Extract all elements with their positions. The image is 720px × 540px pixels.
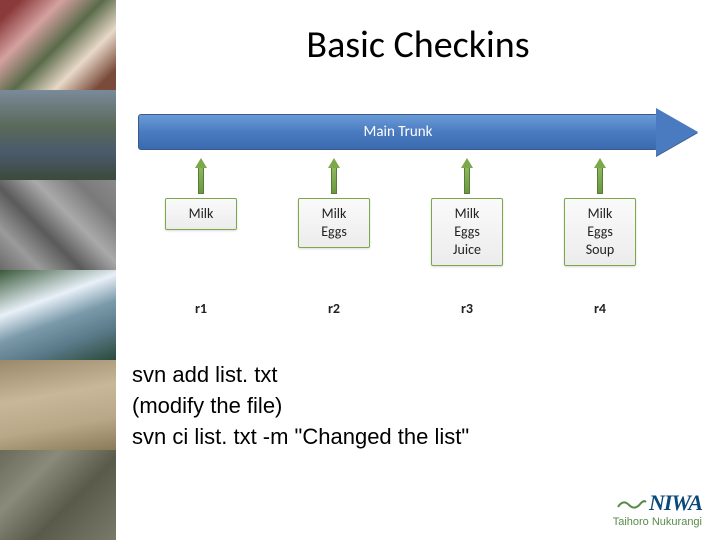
- sidebar-photo: [0, 360, 116, 450]
- niwa-logo: NIWA Taihoro Nukurangi: [613, 490, 702, 528]
- file-line: Eggs: [436, 223, 498, 241]
- file-line: Eggs: [303, 223, 365, 241]
- main-trunk-label: Main Trunk: [138, 114, 658, 150]
- sidebar-photo: [0, 180, 116, 270]
- sidebar-photo: [0, 90, 116, 180]
- revision-box-r3: Milk Eggs Juice: [431, 198, 503, 266]
- wave-icon: [617, 491, 647, 505]
- sidebar-image-strip: [0, 0, 116, 540]
- revision-label: r2: [298, 300, 370, 317]
- arrow-up-stem: [198, 168, 204, 194]
- arrow-up-icon: [195, 158, 207, 168]
- arrow-right-icon: [656, 108, 698, 156]
- arrow-up-stem: [597, 168, 603, 194]
- file-line: Soup: [569, 241, 631, 259]
- revision-box-r2: Milk Eggs: [298, 198, 370, 248]
- revision-box-r4: Milk Eggs Soup: [564, 198, 636, 266]
- command-line: svn add list. txt: [132, 360, 469, 391]
- logo-text: NIWA: [649, 490, 702, 515]
- arrow-up-icon: [594, 158, 606, 168]
- revision-box-r1: Milk: [165, 198, 237, 230]
- file-line: Milk: [170, 205, 232, 223]
- main-trunk-arrow: Main Trunk: [138, 108, 698, 156]
- arrow-up-stem: [331, 168, 337, 194]
- file-line: Milk: [436, 205, 498, 223]
- slide-content: Basic Checkins Main Trunk Milk Milk Eggs…: [116, 0, 720, 540]
- slide-title: Basic Checkins: [116, 22, 720, 68]
- arrow-up-icon: [461, 158, 473, 168]
- revision-label: r1: [165, 300, 237, 317]
- revision-label: r3: [431, 300, 503, 317]
- sidebar-photo: [0, 270, 116, 360]
- sidebar-photo: [0, 450, 116, 540]
- file-line: Eggs: [569, 223, 631, 241]
- sidebar-photo: [0, 0, 116, 90]
- revision-label: r4: [564, 300, 636, 317]
- file-line: Milk: [569, 205, 631, 223]
- arrow-up-stem: [464, 168, 470, 194]
- command-line: (modify the file): [132, 391, 469, 422]
- logo-tagline: Taihoro Nukurangi: [613, 516, 702, 528]
- command-line: svn ci list. txt -m "Changed the list": [132, 422, 469, 453]
- file-line: Milk: [303, 205, 365, 223]
- arrow-up-icon: [328, 158, 340, 168]
- command-block: svn add list. txt (modify the file) svn …: [132, 360, 469, 452]
- file-line: Juice: [436, 241, 498, 259]
- logo-name: NIWA: [613, 490, 702, 516]
